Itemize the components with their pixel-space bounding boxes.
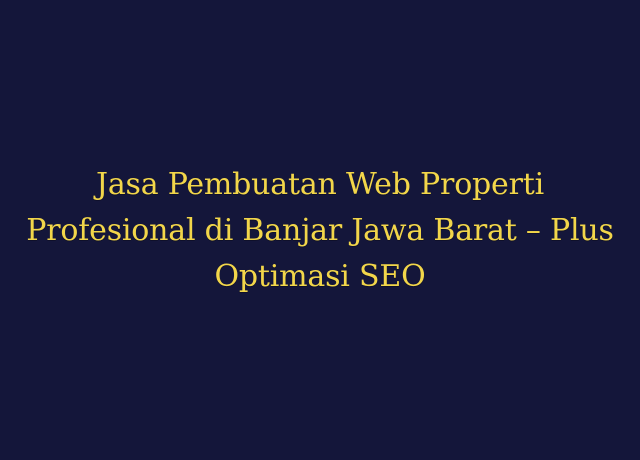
banner-title: Jasa Pembuatan Web Properti Profesional … — [26, 166, 614, 294]
banner: Jasa Pembuatan Web Properti Profesional … — [0, 0, 640, 460]
